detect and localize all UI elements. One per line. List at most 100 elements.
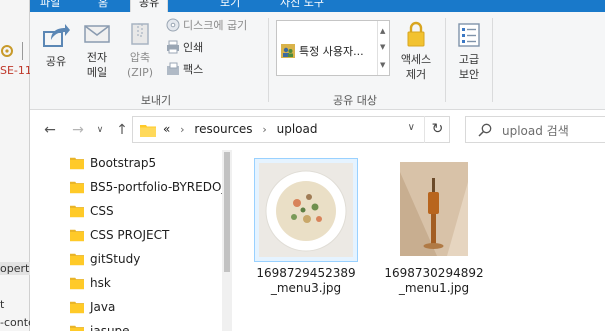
gallery-scroll[interactable]: ▲ ▼ ▼ xyxy=(377,21,389,75)
background-text: t xyxy=(0,298,5,311)
nav-folder-item[interactable]: gitStudy xyxy=(70,247,140,271)
background-text: -conte xyxy=(0,316,30,329)
advanced-security-label-2: 보안 xyxy=(458,68,480,81)
address-dropdown-icon[interactable]: ∨ xyxy=(408,122,415,133)
burn-disc-label: 디스크에 굽기 xyxy=(183,19,248,32)
fax-icon xyxy=(167,62,179,75)
folder-icon xyxy=(70,301,84,314)
chevron-right-icon[interactable]: › xyxy=(262,123,266,136)
burn-disc-button[interactable]: 디스크에 굽기 xyxy=(166,18,247,34)
settings-icon xyxy=(1,45,13,57)
scroll-down-icon[interactable]: ▼ xyxy=(380,43,385,51)
file-item[interactable]: 1698729452389_menu3.jpg xyxy=(254,158,358,296)
search-box[interactable]: upload 검색 xyxy=(465,116,605,143)
breadcrumb-upload[interactable]: upload xyxy=(277,122,318,136)
folder-icon xyxy=(70,229,84,242)
ribbon-tab-strip: 파일 홈 공유 보기 사진 도구 xyxy=(30,0,605,12)
lock-icon xyxy=(407,21,425,47)
file-thumbnail xyxy=(382,158,486,262)
breadcrumb: « › resources › upload xyxy=(163,122,318,136)
recent-locations-chevron-icon[interactable]: ∨ xyxy=(92,122,108,138)
more-icon[interactable]: ▼ xyxy=(380,61,385,69)
search-placeholder: upload 검색 xyxy=(502,124,569,138)
tab-home[interactable]: 홈 xyxy=(98,0,108,12)
fax-button[interactable]: 팩스 xyxy=(166,62,203,78)
nav-pane-scrollbar[interactable] xyxy=(222,150,232,331)
share-button[interactable]: 공유 xyxy=(40,22,72,69)
folder-icon xyxy=(140,125,156,137)
breadcrumb-resources[interactable]: resources xyxy=(194,122,252,136)
email-icon xyxy=(84,25,110,43)
advanced-security-label-1: 고급 xyxy=(458,53,480,66)
navigation-bar: ← → ∨ ↑ « › resources › upload ∨ ↻ uploa… xyxy=(30,110,605,150)
nav-folder-item[interactable]: Bootstrap5 xyxy=(70,151,156,175)
zip-folder-icon xyxy=(131,23,149,45)
file-list: 1698729452389_menu3.jpg 1698730294892_me… xyxy=(232,150,605,331)
nav-folder-label: CSS PROJECT xyxy=(90,228,170,242)
nav-folder-label: hsk xyxy=(90,276,111,290)
nav-folder-label: gitStudy xyxy=(90,252,141,266)
nav-folder-item[interactable]: CSS xyxy=(70,199,114,223)
up-arrow-icon[interactable]: ↑ xyxy=(114,122,130,138)
print-label: 인쇄 xyxy=(183,41,204,54)
tab-view[interactable]: 보기 xyxy=(220,0,240,12)
forward-arrow-icon[interactable]: → xyxy=(70,122,86,138)
file-name: 1698730294892_menu1.jpg xyxy=(384,266,484,295)
tab-picture-tools[interactable]: 사진 도구 xyxy=(280,0,324,12)
nav-folder-label: Java xyxy=(90,300,116,314)
send-group-label: 보내기 xyxy=(140,94,172,107)
file-explorer-window: 파일 홈 공유 보기 사진 도구 공유 전자 메일 압축 (ZIP) 디스크에 … xyxy=(30,0,605,331)
nav-folder-item[interactable]: hsk xyxy=(70,271,111,295)
nav-folder-item[interactable]: BS5-portfolio-BYREDO_ xyxy=(70,175,227,199)
zip-label-2: (ZIP) xyxy=(127,66,153,79)
ribbon-separator xyxy=(445,18,446,102)
specific-people-label: 특정 사용자... xyxy=(299,45,364,58)
remove-access-label-2: 제거 xyxy=(405,68,427,81)
print-button[interactable]: 인쇄 xyxy=(166,40,203,56)
email-label-2: 메일 xyxy=(86,66,108,79)
breadcrumb-overflow[interactable]: « xyxy=(163,122,170,136)
address-bar[interactable]: « › resources › upload ∨ xyxy=(132,116,450,143)
share-label: 공유 xyxy=(45,55,67,68)
file-thumbnail xyxy=(254,158,358,262)
background-text: opertie xyxy=(0,262,30,275)
file-item[interactable]: 1698730294892_menu1.jpg xyxy=(382,158,486,296)
food-bowl-image xyxy=(259,163,353,257)
share-icon xyxy=(43,24,70,47)
back-arrow-icon[interactable]: ← xyxy=(42,122,58,138)
scroll-up-icon[interactable]: ▲ xyxy=(380,27,385,35)
navigation-pane: Bootstrap5 BS5-portfolio-BYREDO_ CSS CSS… xyxy=(30,150,232,331)
share-with-group-label: 공유 대상 xyxy=(333,94,377,107)
security-list-icon xyxy=(458,23,480,47)
ribbon-separator xyxy=(492,18,493,102)
ribbon: 공유 전자 메일 압축 (ZIP) 디스크에 굽기 인쇄 팩스 보내기 특정 사… xyxy=(30,12,605,110)
printer-icon xyxy=(167,40,179,54)
email-button[interactable]: 전자 메일 xyxy=(82,22,112,80)
fax-label: 팩스 xyxy=(183,63,204,76)
folder-icon xyxy=(70,253,84,266)
advanced-security-button[interactable]: 고급 보안 xyxy=(452,22,486,82)
specific-people-item[interactable]: 특정 사용자... xyxy=(281,43,364,59)
share-with-gallery[interactable]: 특정 사용자... ▲ ▼ ▼ xyxy=(276,20,390,76)
chevron-right-icon[interactable]: › xyxy=(180,123,184,136)
scrollbar-thumb[interactable] xyxy=(224,152,230,272)
bottle-image xyxy=(400,162,468,256)
people-icon xyxy=(281,44,295,58)
background-window: SE-11 opertie t -conte xyxy=(0,0,30,331)
zip-button[interactable]: 압축 (ZIP) xyxy=(124,22,156,80)
email-label-1: 전자 xyxy=(86,51,108,64)
search-icon xyxy=(478,123,492,137)
folder-icon xyxy=(70,157,84,170)
divider xyxy=(22,42,23,60)
disc-icon xyxy=(166,18,180,32)
remove-access-button[interactable]: 액세스 제거 xyxy=(396,20,436,82)
nav-folder-item[interactable]: jasupe xyxy=(70,319,130,331)
file-name: 1698729452389_menu3.jpg xyxy=(256,266,356,295)
refresh-icon[interactable]: ↻ xyxy=(424,116,450,143)
nav-folder-item[interactable]: CSS PROJECT xyxy=(70,223,169,247)
tab-share[interactable]: 공유 xyxy=(130,0,169,12)
tab-file[interactable]: 파일 xyxy=(40,0,60,12)
folder-icon xyxy=(70,277,84,290)
folder-icon xyxy=(70,205,84,218)
nav-folder-item[interactable]: Java xyxy=(70,295,115,319)
